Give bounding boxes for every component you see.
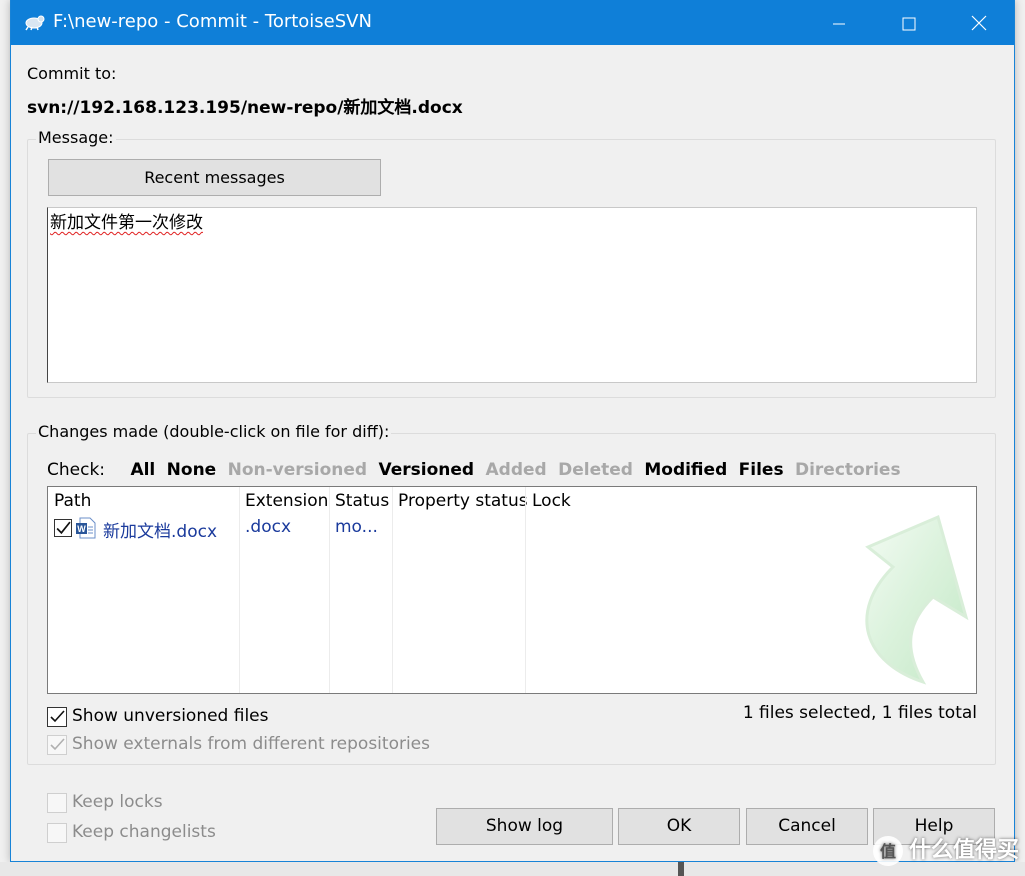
- show-externals-label: Show externals from different repositori…: [72, 734, 430, 754]
- commit-to-label: Commit to:: [27, 64, 117, 83]
- cancel-button[interactable]: Cancel: [746, 808, 868, 845]
- filter-directories: Directories: [794, 460, 901, 480]
- column-divider: [525, 487, 526, 693]
- background-strip: [0, 862, 1025, 876]
- recent-messages-button[interactable]: Recent messages: [48, 159, 381, 196]
- row-checkbox[interactable]: [54, 519, 72, 537]
- filter-added: Added: [485, 460, 547, 480]
- row-path[interactable]: 新加文档.docx: [103, 517, 217, 542]
- minimize-button[interactable]: [804, 0, 874, 45]
- filter-versioned[interactable]: Versioned: [379, 460, 475, 480]
- keep-changelists-label: Keep changelists: [72, 822, 216, 842]
- show-externals-checkbox: [47, 735, 67, 755]
- filter-deleted: Deleted: [558, 460, 633, 480]
- filter-files[interactable]: Files: [739, 460, 784, 480]
- filter-all[interactable]: All: [130, 460, 155, 480]
- column-property-status[interactable]: Property status: [398, 491, 528, 511]
- ok-button[interactable]: OK: [618, 808, 740, 845]
- changes-group: Changes made (double-click on file for d…: [27, 422, 996, 765]
- filter-none[interactable]: None: [167, 460, 217, 480]
- changes-group-label: Changes made (double-click on file for d…: [36, 422, 392, 441]
- commit-arrow-watermark-icon: [865, 514, 969, 685]
- watermark-logo-icon: 值: [872, 836, 903, 866]
- changes-list[interactable]: Path Extension Status Property status Lo…: [47, 486, 977, 694]
- message-group: Message: Recent messages 新加文件第一次修改: [27, 128, 996, 398]
- column-extension[interactable]: Extension: [245, 491, 328, 511]
- checkmark-icon: [50, 710, 65, 723]
- column-lock[interactable]: Lock: [532, 491, 571, 511]
- maximize-button[interactable]: [874, 0, 944, 45]
- commit-url: svn://192.168.123.195/new-repo/新加文档.docx: [27, 98, 463, 118]
- commit-dialog: F:\new-repo - Commit - TortoiseSVN Commi…: [10, 0, 1015, 862]
- keep-locks-checkbox: [47, 793, 67, 813]
- row-extension: .docx: [245, 517, 292, 537]
- check-label: Check:: [47, 460, 106, 480]
- filter-modified[interactable]: Modified: [644, 460, 727, 480]
- tortoise-svn-icon: [25, 15, 45, 31]
- keep-changelists-checkbox: [47, 823, 67, 843]
- column-divider: [329, 487, 330, 693]
- window-title: F:\new-repo - Commit - TortoiseSVN: [53, 11, 372, 32]
- show-log-button[interactable]: Show log: [436, 808, 613, 845]
- column-path[interactable]: Path: [54, 491, 91, 511]
- svg-text:值: 值: [880, 842, 896, 861]
- column-divider: [392, 487, 393, 693]
- watermark-text: 什么值得买: [908, 838, 1019, 863]
- checkmark-icon: [50, 738, 65, 751]
- message-textarea[interactable]: 新加文件第一次修改: [47, 207, 977, 383]
- close-button[interactable]: [944, 0, 1014, 45]
- show-unversioned-label[interactable]: Show unversioned files: [72, 706, 269, 726]
- message-text: 新加文件第一次修改: [50, 213, 203, 233]
- message-group-label: Message:: [36, 128, 116, 147]
- filter-non-versioned: Non-versioned: [227, 460, 368, 480]
- column-divider: [239, 487, 240, 693]
- checkmark-icon: [56, 521, 71, 535]
- files-summary: 1 files selected, 1 files total: [742, 703, 977, 723]
- row-status: mo...: [335, 517, 378, 537]
- background-strip: [678, 862, 684, 876]
- check-filter-row: Check: All None Non-versioned Versioned …: [47, 460, 907, 480]
- site-watermark: 值 什么值得买: [872, 832, 1019, 866]
- keep-locks-label: Keep locks: [72, 792, 163, 812]
- title-bar[interactable]: F:\new-repo - Commit - TortoiseSVN: [11, 0, 1014, 45]
- word-document-icon: W: [76, 517, 96, 539]
- show-unversioned-checkbox[interactable]: [47, 707, 67, 727]
- svg-text:W: W: [77, 524, 86, 534]
- column-status[interactable]: Status: [335, 491, 389, 511]
